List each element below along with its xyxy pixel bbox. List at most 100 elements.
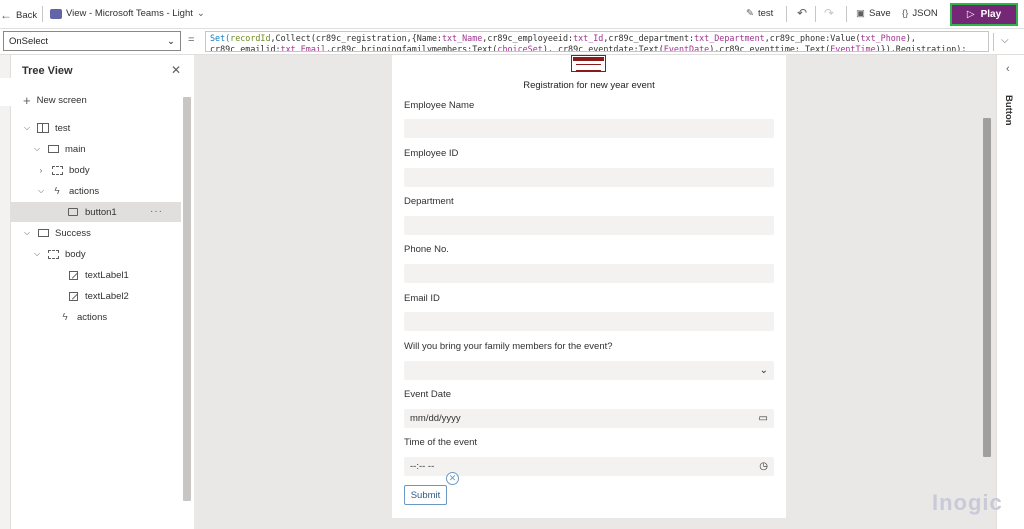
braces-icon: {}: [902, 8, 909, 19]
label-icon: [67, 291, 79, 301]
formula-token: ), cr89c_eventdate:Text(: [542, 44, 664, 52]
tree-node-label: textLabel1: [85, 269, 129, 281]
formula-token: )}),Registration);: [875, 44, 967, 52]
registration-form: Registration for new year event Employee…: [392, 55, 786, 518]
play-button[interactable]: ▷ Play: [950, 3, 1018, 26]
form-input-field[interactable]: [404, 312, 774, 331]
tree-node[interactable]: ⌵ Success: [11, 223, 181, 243]
tree-node[interactable]: textLabel2: [11, 286, 181, 306]
formula-token: recordId: [230, 33, 271, 43]
chevron-down-icon[interactable]: ⌄: [760, 365, 768, 376]
form-input-field[interactable]: mm/dd/yyyy ▭: [404, 409, 774, 428]
properties-label: Button: [1003, 95, 1014, 126]
tree-node[interactable]: ⌵ test: [11, 118, 181, 138]
tree-node-label: actions: [69, 185, 100, 197]
formula-token: txt_Email: [280, 44, 326, 52]
tree-node[interactable]: › body: [11, 160, 181, 180]
formula-line-1: Set(recordId,Collect(cr89c_registration,…: [210, 33, 984, 44]
json-button[interactable]: {} JSON: [902, 8, 938, 19]
form-input-field[interactable]: [404, 264, 774, 283]
divider: [846, 6, 847, 22]
formula-token: txt_Department: [694, 33, 765, 43]
pen-icon: ✎: [746, 8, 754, 19]
tree-view-panel: Tree View ✕ + New screen ⌵ test ⌵ main › body…: [11, 55, 194, 529]
canvas-scrollbar[interactable]: [983, 118, 991, 457]
expand-properties-button[interactable]: ‹: [1006, 63, 1010, 75]
more-options-button[interactable]: ···: [150, 206, 163, 217]
formula-token: txt_Name: [441, 33, 483, 43]
form-input-field[interactable]: --:-- -- ◷: [404, 457, 774, 476]
formula-input[interactable]: Set(recordId,Collect(cr89c_registration,…: [205, 31, 989, 52]
formula-token: ),cr89c_eventtime: Text(: [709, 44, 831, 52]
field-value: --:-- --: [410, 461, 435, 472]
chevron-icon[interactable]: ⌵: [23, 123, 31, 133]
undo-button[interactable]: ↶: [797, 6, 807, 20]
tree-node-label: main: [65, 143, 86, 155]
tree-node-label: body: [69, 164, 90, 176]
tree-scrollbar[interactable]: [183, 97, 191, 501]
close-tree-button[interactable]: ✕: [171, 63, 181, 77]
tree-node[interactable]: ⌵ ϟ actions: [11, 181, 181, 201]
screen-icon: [47, 144, 59, 154]
app-icon: [37, 123, 49, 133]
chevron-icon[interactable]: ⌵: [23, 228, 31, 238]
left-rail: [0, 55, 11, 529]
back-button[interactable]: ← Back: [0, 8, 37, 22]
chevron-down-icon: ⌄: [196, 8, 205, 19]
tree-node[interactable]: ⌵ body: [11, 244, 181, 264]
formula-token: txt_Phone: [860, 33, 906, 43]
redo-icon: ↷: [824, 6, 835, 20]
chevron-icon[interactable]: ⌵: [33, 144, 41, 154]
screen-icon: [37, 228, 49, 238]
chevron-icon[interactable]: ⌵: [37, 186, 45, 196]
formula-token: ,cr89c_phone:Value(: [764, 33, 861, 43]
divider: [786, 6, 787, 22]
submit-button[interactable]: Submit: [404, 485, 447, 505]
app-title-menu[interactable]: View - Microsoft Teams - Light ⌄: [50, 8, 205, 19]
label-icon: [67, 270, 79, 280]
tree-node[interactable]: button1 ···: [11, 202, 181, 222]
tree-node-label: Success: [55, 227, 91, 239]
formula-token: EventDate: [663, 44, 710, 52]
tree-node-label: button1: [85, 206, 117, 218]
expand-formula-button[interactable]: ⌵: [1001, 35, 1009, 46]
field-value: mm/dd/yyyy: [410, 413, 461, 424]
property-dropdown[interactable]: OnSelect ⌄: [3, 31, 181, 51]
redo-button[interactable]: ↷: [824, 6, 834, 20]
chevron-icon[interactable]: ⌵: [33, 249, 41, 259]
tree-node[interactable]: textLabel1: [11, 265, 181, 285]
command-bar: ← Back View - Microsoft Teams - Light ⌄ …: [0, 0, 1024, 29]
form-input-field[interactable]: ⌄: [404, 361, 774, 380]
clock-icon[interactable]: ◷: [759, 461, 768, 472]
form-input-field[interactable]: [404, 119, 774, 138]
chevron-left-icon: ‹: [1006, 63, 1010, 75]
tree-node[interactable]: ϟ actions: [11, 307, 181, 327]
formula-token: EventTime: [830, 44, 876, 52]
save-icon: ▣: [856, 8, 865, 19]
formula-token: txt_Id: [573, 33, 604, 43]
play-icon: ▷: [966, 9, 975, 20]
new-screen-button[interactable]: + New screen: [23, 93, 87, 108]
watermark-logo: Inogic: [932, 490, 1003, 515]
tree-node-label: test: [55, 122, 71, 134]
form-input-field[interactable]: [404, 168, 774, 187]
form-input-field[interactable]: [404, 216, 774, 235]
company-logo: [571, 55, 606, 72]
formula-token: Set(: [210, 33, 231, 43]
teams-app-icon: [50, 8, 62, 19]
formula-scroll[interactable]: [993, 33, 999, 51]
properties-panel-collapsed: ‹ Button: [996, 55, 1024, 529]
lightning-icon: ϟ: [54, 185, 60, 197]
chevron-icon[interactable]: ›: [37, 166, 45, 175]
selection-handle[interactable]: ✕: [446, 472, 459, 485]
save-button[interactable]: ▣ Save: [856, 8, 891, 19]
tree-node[interactable]: ⌵ main: [11, 139, 181, 159]
form-title: Registration for new year event: [523, 80, 655, 91]
field-label: Time of the event: [404, 437, 478, 448]
calendar-icon[interactable]: ▭: [759, 413, 768, 424]
formula-token: cr89c_emailid:: [210, 44, 281, 52]
test-button[interactable]: ✎ test: [746, 8, 773, 19]
formula-line-2: cr89c_emailid:txt_Email,cr89c_bringingfa…: [210, 44, 984, 52]
field-label: Phone No.: [404, 244, 449, 255]
rail-selected-marker: [0, 78, 11, 106]
